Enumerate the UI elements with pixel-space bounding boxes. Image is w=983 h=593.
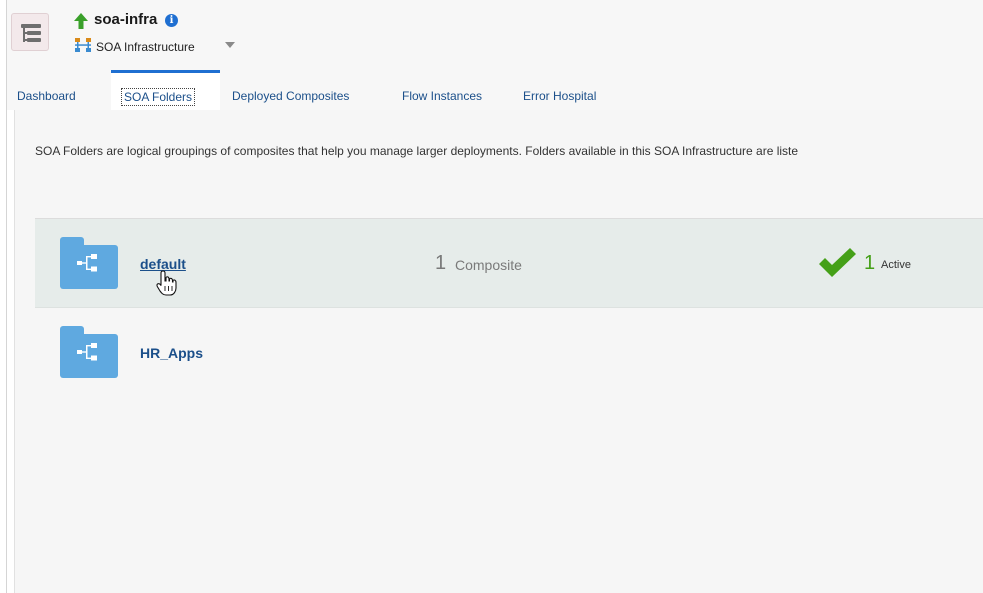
target-selector[interactable]: SOA Infrastructure [96,40,195,54]
folders-panel: SOA Folders are logical groupings of com… [14,110,983,593]
info-icon[interactable]: i [165,14,178,27]
checkmark-icon [819,248,856,277]
soa-infrastructure-icon [75,38,91,52]
folder-row[interactable]: HR_Apps [35,308,983,396]
composite-count: 1 [435,252,447,274]
folder-icon [60,237,118,289]
active-count: 1 [864,252,876,274]
chevron-down-icon[interactable] [225,42,235,48]
hand-cursor-icon [156,270,177,296]
tab-deployed-composites[interactable]: Deployed Composites [222,70,359,110]
tab-bar: Dashboard SOA Folders Deployed Composite… [7,70,983,110]
folder-icon [60,326,118,378]
page-title: soa-infra [94,11,158,28]
tab-dashboard[interactable]: Dashboard [7,70,86,110]
navigator-toggle-icon[interactable] [11,13,49,51]
active-label: Active [881,259,911,271]
up-arrow-icon [74,13,88,29]
tab-flow-instances[interactable]: Flow Instances [392,70,492,110]
tab-error-hospital[interactable]: Error Hospital [513,70,606,110]
tab-soa-folders[interactable]: SOA Folders [111,70,220,110]
composite-label: Composite [455,257,522,273]
folder-link-hr-apps[interactable]: HR_Apps [140,345,203,361]
description-text: SOA Folders are logical groupings of com… [35,144,799,158]
